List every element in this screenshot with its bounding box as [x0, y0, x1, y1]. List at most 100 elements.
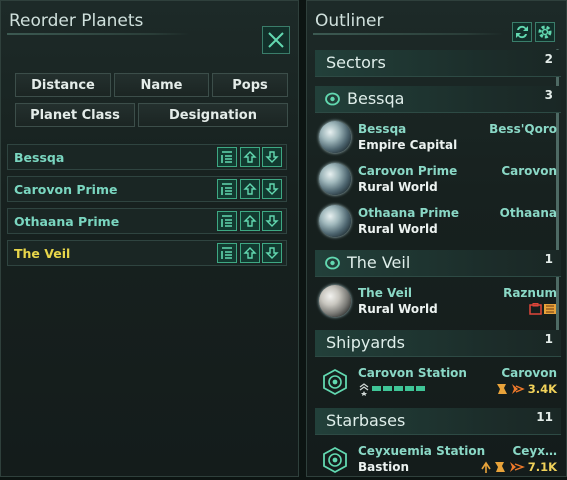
planet-row[interactable]: The Veil: [7, 240, 287, 266]
sort-name-button[interactable]: Name: [114, 73, 209, 97]
reorder-planets-panel: Reorder Planets Distance Name Pops Plane…: [0, 0, 299, 477]
planet-name: The Veil: [14, 246, 71, 261]
planet-name: Bessqa: [358, 122, 407, 136]
fleet-power-icon: [481, 461, 525, 473]
system-name: Othaana: [499, 206, 557, 220]
move-up-button[interactable]: [240, 179, 260, 199]
section-label: Bessqa: [347, 89, 405, 108]
planet-row[interactable]: Carovon Prime: [7, 176, 287, 202]
sector-bessqa-header[interactable]: Bessqa 3: [315, 86, 561, 113]
rank-and-modules-icon: [359, 383, 425, 396]
fleet-power-value: 7.1K: [527, 460, 557, 474]
planet-row[interactable]: Bessqa: [7, 144, 287, 170]
arrow-down-icon: [265, 215, 279, 227]
section-count: 1: [544, 332, 553, 346]
section-count: 11: [536, 410, 553, 424]
sector-the-veil-header[interactable]: The Veil 1: [315, 250, 561, 277]
section-label: The Veil: [347, 253, 411, 272]
title-divider: [313, 33, 503, 35]
system-name: Carovon: [501, 366, 557, 380]
move-down-button[interactable]: [262, 211, 282, 231]
starbase-icon: [323, 368, 347, 396]
sort-pops-button[interactable]: Pops: [212, 73, 288, 97]
list-top-icon: [221, 151, 232, 163]
move-to-top-button[interactable]: [217, 147, 237, 167]
station-name: Ceyxuemia Station: [358, 444, 486, 458]
section-label: Shipyards: [326, 333, 405, 352]
arrow-down-icon: [265, 183, 279, 195]
close-button[interactable]: [262, 26, 290, 54]
gear-icon: [538, 25, 552, 39]
planet-name: Othaana Prime: [14, 214, 120, 229]
arrow-down-icon: [265, 247, 279, 259]
planet-name: Bessqa: [14, 150, 65, 165]
planet-icon: [319, 163, 351, 195]
planet-icon: [319, 205, 351, 237]
section-count: 1: [544, 252, 553, 266]
section-count: 2: [544, 52, 553, 66]
planet-entry[interactable]: Othaana Prime Othaana Rural World: [315, 202, 561, 242]
move-to-top-button[interactable]: [217, 179, 237, 199]
planet-designation: Rural World: [358, 302, 438, 316]
move-to-top-button[interactable]: [217, 211, 237, 231]
settings-button[interactable]: [535, 22, 555, 42]
planet-designation: Rural World: [358, 222, 438, 236]
outliner-panel: Outliner Sectors 2 Bessqa 3 Bessqa Bess'…: [306, 0, 567, 477]
arrow-up-icon: [243, 247, 257, 259]
arrow-up-icon: [243, 151, 257, 163]
move-up-button[interactable]: [240, 211, 260, 231]
shipyards-header[interactable]: Shipyards 1: [315, 330, 561, 357]
section-label: Sectors: [326, 53, 386, 72]
section-label: Starbases: [326, 411, 406, 430]
system-name: Ceyx…: [512, 444, 557, 458]
starbase-icon: [323, 446, 347, 474]
move-up-button[interactable]: [240, 147, 260, 167]
refresh-button[interactable]: [512, 22, 532, 42]
planet-icon: [319, 121, 351, 153]
move-down-button[interactable]: [262, 243, 282, 263]
panel-title: Outliner: [315, 11, 384, 31]
arrow-down-icon: [265, 151, 279, 163]
sector-icon: [325, 256, 340, 270]
station-name: Carovon Station: [358, 366, 467, 380]
system-name: Raznum: [503, 286, 557, 300]
planet-name: Carovon Prime: [14, 182, 118, 197]
system-name: Bess'Qoro: [489, 122, 557, 136]
sectors-header[interactable]: Sectors 2: [315, 50, 561, 77]
move-down-button[interactable]: [262, 147, 282, 167]
refresh-icon: [516, 25, 528, 39]
fleet-power-value: 3.4K: [527, 382, 557, 396]
arrow-up-icon: [243, 215, 257, 227]
planet-entry[interactable]: The Veil Raznum Rural World: [315, 282, 561, 322]
title-divider: [7, 33, 189, 35]
planet-name: Othaana Prime: [358, 206, 459, 220]
close-icon: [268, 32, 284, 48]
fleet-power-icon: [497, 384, 525, 394]
starbase-type: Bastion: [358, 460, 410, 474]
starbases-header[interactable]: Starbases 11: [315, 408, 561, 435]
shipyard-entry[interactable]: Carovon Station Carovon 3.4K: [315, 362, 561, 402]
move-to-top-button[interactable]: [217, 243, 237, 263]
system-name: Carovon: [501, 164, 557, 178]
move-up-button[interactable]: [240, 243, 260, 263]
sort-distance-button[interactable]: Distance: [15, 73, 111, 97]
planet-row[interactable]: Othaana Prime: [7, 208, 287, 234]
panel-title: Reorder Planets: [9, 11, 144, 31]
planet-designation: Empire Capital: [358, 138, 458, 152]
planet-entry[interactable]: Bessqa Bess'Qoro Empire Capital: [315, 118, 561, 158]
sort-planet-class-button[interactable]: Planet Class: [15, 103, 135, 127]
sector-icon: [325, 92, 340, 106]
section-count: 3: [544, 88, 553, 102]
planet-name: Carovon Prime: [358, 164, 458, 178]
move-down-button[interactable]: [262, 179, 282, 199]
sort-designation-button[interactable]: Designation: [138, 103, 288, 127]
planet-icon: [319, 285, 351, 317]
list-top-icon: [221, 183, 232, 195]
status-alert-icons: [529, 303, 556, 315]
planet-designation: Rural World: [358, 180, 438, 194]
list-top-icon: [221, 215, 232, 227]
list-top-icon: [221, 247, 232, 259]
starbase-entry[interactable]: Ceyxuemia Station Ceyx… Bastion 7.1K: [315, 440, 561, 480]
planet-entry[interactable]: Carovon Prime Carovon Rural World: [315, 160, 561, 200]
arrow-up-icon: [243, 183, 257, 195]
